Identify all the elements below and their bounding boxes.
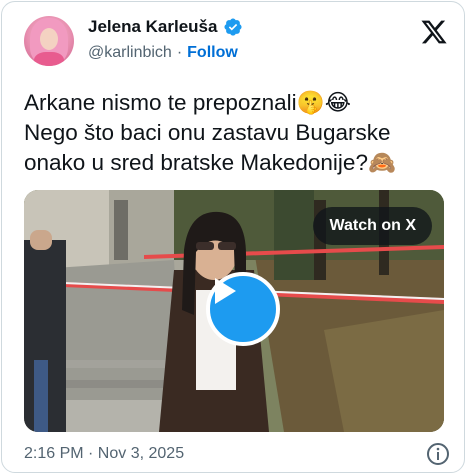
verified-badge-icon <box>224 18 243 36</box>
avatar-face <box>40 28 58 50</box>
author-handle[interactable]: @karlinbich <box>88 44 172 62</box>
follow-button[interactable]: Follow <box>187 44 238 62</box>
play-button[interactable] <box>206 272 280 346</box>
tweet-card: Jelena Karleuša @karlinbich · Follow Ark… <box>1 1 465 473</box>
author-handle-row: @karlinbich · Follow <box>88 44 238 62</box>
video-media[interactable]: Watch on X <box>24 190 444 432</box>
author-display-name[interactable]: Jelena Karleuša <box>88 17 217 37</box>
x-logo-icon[interactable] <box>420 18 448 46</box>
author-avatar[interactable] <box>24 16 74 66</box>
author-name-row: Jelena Karleuša <box>88 17 243 37</box>
avatar-body <box>34 52 64 66</box>
tweet-timestamp[interactable]: 2:16 PM · Nov 3, 2025 <box>24 445 184 463</box>
watch-on-x-button[interactable]: Watch on X <box>313 207 432 245</box>
play-icon <box>215 278 236 304</box>
handle-separator: · <box>176 44 183 61</box>
tweet-text: Arkane nismo te prepoznali🤫😂 Nego što ba… <box>24 90 396 175</box>
info-icon[interactable] <box>426 442 450 466</box>
